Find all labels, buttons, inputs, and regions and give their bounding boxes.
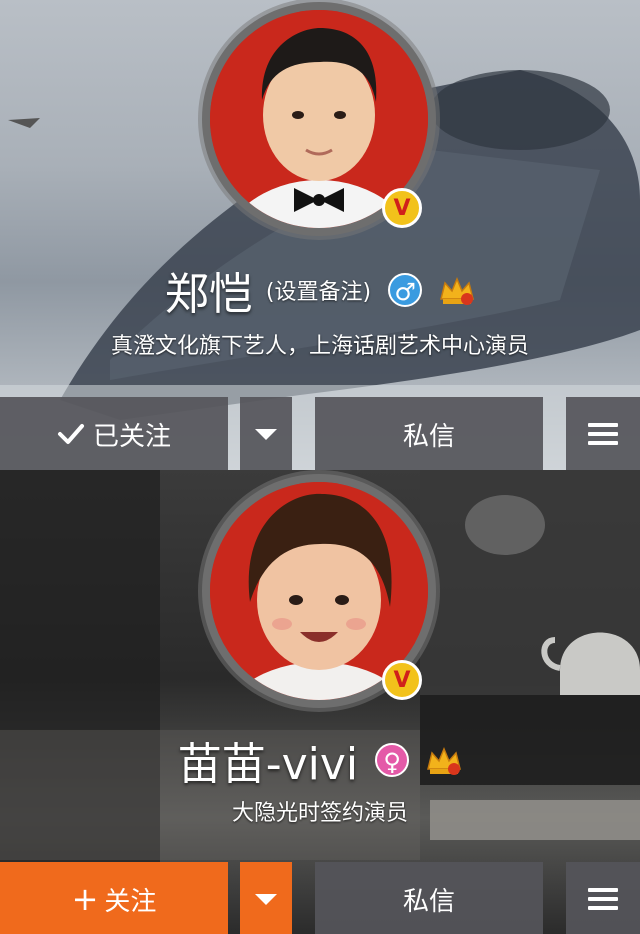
more-menu-button[interactable] [566,397,640,470]
name-row: 郑恺 (设置备注) ♂ [0,258,640,322]
message-button[interactable]: 私信 [315,862,543,934]
profile-card-2: V 苗苗-vivi ♀ 大隐光时签约演员 + 关注 私信 [0,470,640,934]
profile-name: 苗苗-vivi [177,739,359,790]
follow-button-label: 已关注 [92,421,171,452]
verified-badge-icon: V [382,188,422,228]
avatar-frame[interactable]: V [202,2,436,236]
plus-icon: + [71,880,99,918]
checkmark-icon [57,424,84,444]
avatar-frame[interactable]: V [202,474,436,708]
profile-name: 郑恺 [164,269,253,320]
message-button-label: 私信 [402,421,455,452]
follow-button[interactable]: + 关注 [0,862,228,934]
message-button-label: 私信 [402,886,455,917]
vip-crown-icon [440,277,475,305]
chevron-down-icon [255,893,277,905]
male-gender-icon: ♂ [388,273,423,307]
more-menu-button[interactable] [566,862,640,934]
set-remark-link[interactable]: (设置备注) [266,280,371,305]
follow-options-dropdown[interactable] [240,862,292,934]
profile-bio: 真澄文化旗下艺人，上海话剧艺术中心演员 [110,334,529,359]
follow-options-dropdown[interactable] [240,397,292,470]
follow-button-label: 关注 [104,886,157,917]
hamburger-menu-icon [588,423,618,445]
hamburger-menu-icon [588,888,618,910]
profile-card-1: V 郑恺 (设置备注) ♂ 真澄文化旗下艺人，上海话剧艺术中心演员 已关注 私信 [0,0,640,470]
followed-button[interactable]: 已关注 [0,397,228,470]
profile-bio: 大隐光时签约演员 [231,801,408,826]
verified-badge-icon: V [382,660,422,700]
vip-crown-icon [427,747,462,775]
chevron-down-icon [255,428,277,440]
message-button[interactable]: 私信 [315,397,543,470]
female-gender-icon: ♀ [375,743,410,777]
name-row: 苗苗-vivi ♀ [0,728,640,792]
